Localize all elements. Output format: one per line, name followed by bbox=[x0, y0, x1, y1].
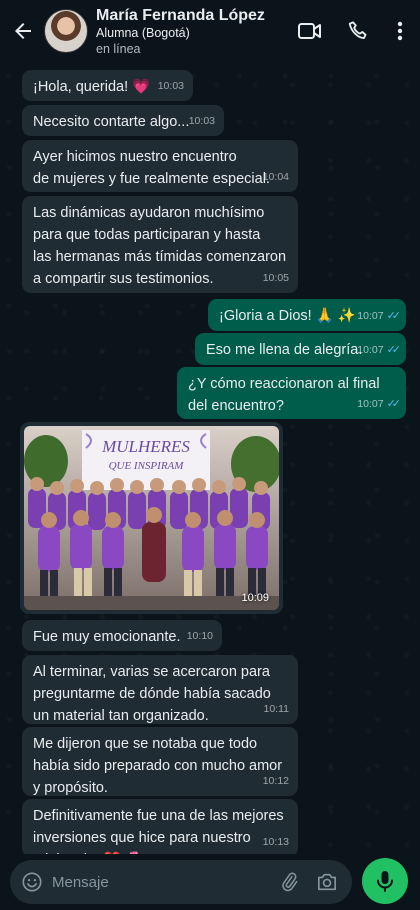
message-text: Definitivamente fue una de las mejores i… bbox=[33, 808, 284, 854]
voice-record-button[interactable] bbox=[362, 858, 408, 904]
message-time: 10:07 bbox=[357, 310, 384, 322]
message-time: 10:03 bbox=[157, 80, 184, 92]
message-time: 10:09 bbox=[241, 592, 269, 604]
message-text: Al terminar, varias se acercaron para pr… bbox=[33, 664, 271, 724]
read-ticks-icon: ✓✓ bbox=[386, 398, 402, 410]
message-time: 10:03 bbox=[188, 115, 215, 127]
emoji-icon bbox=[22, 872, 42, 892]
message-bubble[interactable]: Las dinámicas ayudaron muchísimo para qu… bbox=[22, 196, 298, 293]
back-button[interactable] bbox=[2, 0, 44, 62]
message-meta: 10:07 ✓✓ bbox=[357, 393, 402, 415]
message-bubble[interactable]: ¡Gloria a Dios! 🙏 ✨ 10:07 ✓✓ bbox=[208, 299, 406, 331]
contact-info[interactable]: María Fernanda López Alumna (Bogotá) en … bbox=[96, 6, 290, 57]
contact-name: María Fernanda López bbox=[96, 6, 265, 24]
message-text: Ayer hicimos nuestro encuentro de mujere… bbox=[33, 149, 270, 187]
message-time: 10:04 bbox=[262, 171, 289, 183]
message-time: 10:07 bbox=[357, 344, 384, 356]
group-photo-illustration: MULHERES QUE INSPIRAM bbox=[24, 426, 279, 610]
message-time: 10:13 bbox=[262, 836, 289, 848]
chat-area[interactable]: ¡Hola, querida! 💗 10:03 Necesito contart… bbox=[0, 62, 420, 854]
message-bubble[interactable]: Ayer hicimos nuestro encuentro de mujere… bbox=[22, 140, 298, 192]
message-bubble[interactable]: ¿Y cómo reaccionaron al final del encuen… bbox=[177, 367, 406, 419]
event-photo[interactable]: MULHERES QUE INSPIRAM 10:09 bbox=[24, 426, 279, 610]
camera-button[interactable] bbox=[308, 860, 346, 904]
voice-call-button[interactable] bbox=[338, 11, 378, 51]
message-meta: 10:07 ✓✓ bbox=[357, 339, 402, 361]
read-ticks-icon: ✓✓ bbox=[386, 310, 402, 322]
read-ticks-icon: ✓✓ bbox=[386, 344, 402, 356]
message-time: 10:05 bbox=[262, 272, 289, 284]
contact-avatar[interactable] bbox=[44, 9, 88, 53]
menu-button[interactable] bbox=[386, 11, 414, 51]
message-bubble[interactable]: Fue muy emocionante. 10:10 bbox=[22, 620, 222, 651]
message-bubble[interactable]: ¡Hola, querida! 💗 10:03 bbox=[22, 70, 193, 101]
mic-icon bbox=[377, 871, 393, 892]
camera-icon bbox=[318, 873, 336, 891]
image-message[interactable]: MULHERES QUE INSPIRAM 10:09 bbox=[20, 422, 283, 614]
message-bubble[interactable]: Definitivamente fue una de las mejores i… bbox=[22, 799, 298, 854]
message-input-container bbox=[10, 860, 352, 904]
contact-subtitle: Alumna (Bogotá) bbox=[96, 25, 190, 40]
phone-icon bbox=[348, 21, 367, 39]
message-bubble[interactable]: Necesito contarte algo... 10:03 bbox=[22, 105, 224, 136]
message-bubble[interactable]: Al terminar, varias se acercaron para pr… bbox=[22, 655, 298, 724]
message-text: Las dinámicas ayudaron muchísimo para qu… bbox=[33, 205, 287, 287]
message-input[interactable] bbox=[52, 873, 270, 891]
more-vertical-icon bbox=[397, 21, 403, 41]
message-time: 10:11 bbox=[263, 703, 290, 715]
message-bubble[interactable]: Eso me llena de alegría. 10:07 ✓✓ bbox=[195, 333, 406, 365]
attach-button[interactable] bbox=[270, 860, 308, 904]
message-time: 10:12 bbox=[262, 775, 289, 787]
banner-subtitle: QUE INSPIRAM bbox=[109, 460, 185, 472]
attach-icon bbox=[282, 872, 298, 892]
chat-header: María Fernanda López Alumna (Bogotá) en … bbox=[0, 0, 420, 62]
message-text: Fue muy emocionante. bbox=[33, 629, 181, 645]
banner-title: MULHERES bbox=[101, 437, 190, 456]
message-text: Necesito contarte algo... bbox=[33, 114, 190, 130]
emoji-button[interactable] bbox=[12, 871, 52, 893]
message-time: 10:10 bbox=[186, 630, 213, 642]
video-call-button[interactable] bbox=[290, 11, 330, 51]
composer-bar bbox=[0, 854, 420, 910]
message-meta: 10:07 ✓✓ bbox=[357, 305, 402, 327]
contact-status: en línea bbox=[96, 41, 141, 56]
arrow-left-icon bbox=[15, 23, 31, 39]
message-time: 10:07 bbox=[357, 398, 384, 410]
message-bubble[interactable]: Me dijeron que se notaba que todo había … bbox=[22, 727, 298, 796]
video-call-icon bbox=[298, 23, 321, 39]
message-text: Me dijeron que se notaba que todo había … bbox=[33, 736, 283, 796]
